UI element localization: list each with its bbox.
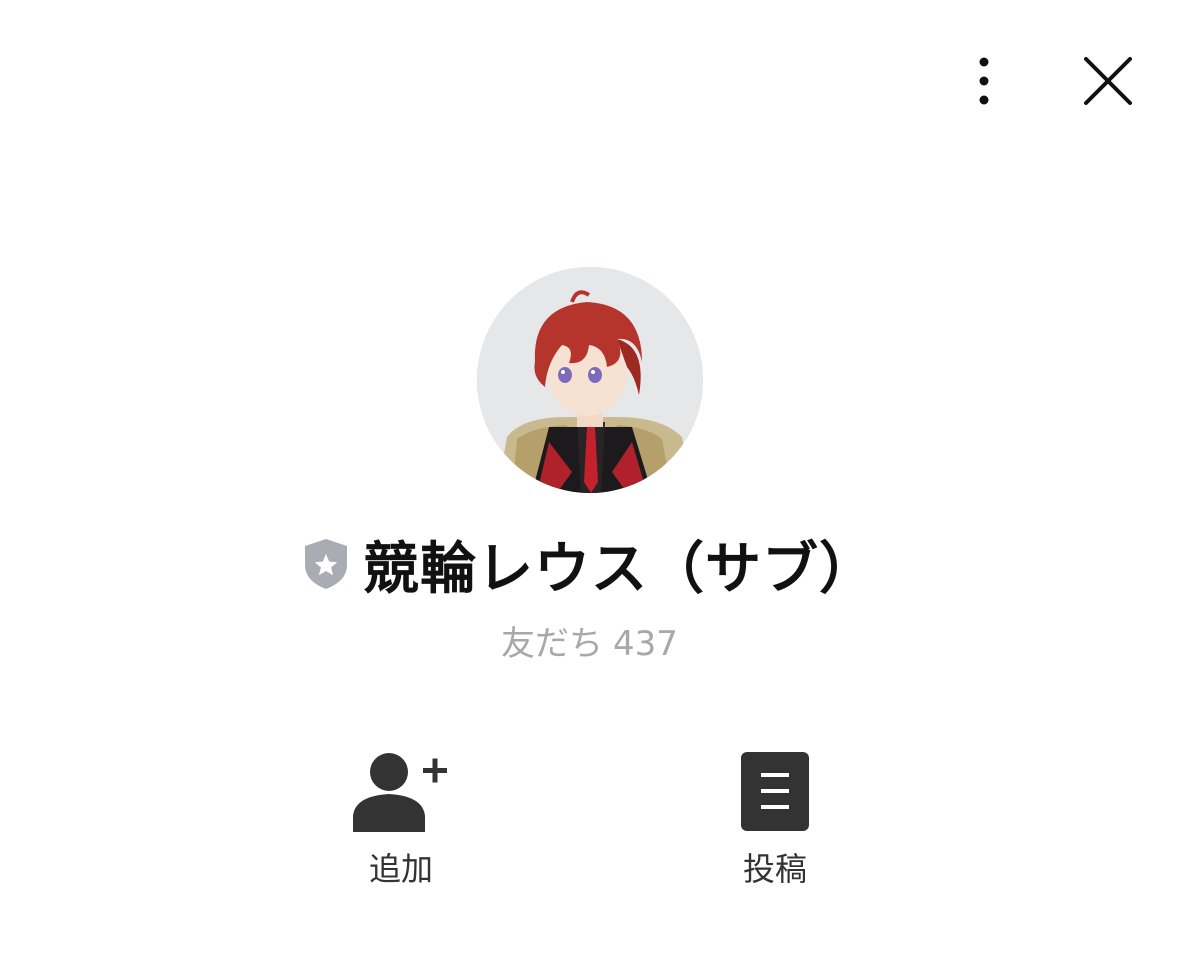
posts-button[interactable]: 投稿: [675, 748, 875, 898]
profile-name-row: 競輪レウス（サブ）: [0, 524, 1179, 604]
close-x-icon: [1084, 57, 1132, 105]
more-options-button[interactable]: [958, 50, 1010, 114]
kebab-vertical-icon: [979, 57, 989, 105]
friends-count-line: 友だち 437: [0, 616, 1179, 665]
friends-label: 友だち: [501, 624, 604, 664]
add-friend-button[interactable]: 追加: [301, 748, 501, 898]
verified-shield-star-icon: [305, 539, 347, 589]
profile-avatar[interactable]: [477, 267, 703, 493]
profile-display-name: 競輪レウス（サブ）: [363, 536, 876, 602]
posts-label: 投稿: [742, 850, 807, 888]
posts-icon: [741, 752, 809, 831]
avatar-illustration: [477, 267, 703, 493]
add-friend-label: 追加: [368, 850, 433, 888]
close-button[interactable]: [1077, 50, 1139, 112]
add-friend-icon: [353, 753, 447, 832]
friends-count: 437: [613, 624, 678, 664]
